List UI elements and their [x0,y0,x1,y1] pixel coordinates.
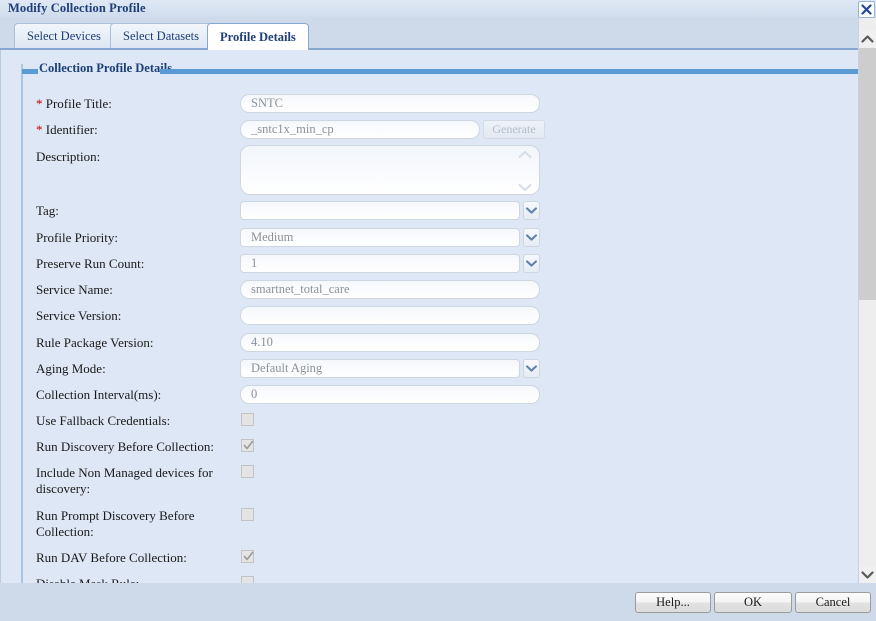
chevron-down-icon [861,570,874,579]
profile-priority-select[interactable]: Medium [240,228,520,247]
chevron-up-icon [861,34,874,43]
ok-button[interactable]: OK [714,592,792,613]
close-icon[interactable] [858,1,875,18]
tag-select[interactable] [240,201,520,220]
chevron-down-icon [526,207,537,214]
label-include-non-managed-devices: Include Non Managed devices for discover… [36,465,213,496]
collection-interval-input[interactable]: 0 [240,385,540,404]
chevron-down-icon [518,184,532,191]
textarea-scroll-arrows[interactable] [517,150,533,192]
tab-profile-details[interactable]: Profile Details [207,23,309,50]
include-non-managed-devices-checkbox[interactable] [241,465,254,478]
scroll-down-button[interactable] [859,566,876,583]
tab-select-datasets[interactable]: Select Datasets [110,23,213,48]
label-run-prompt-discovery: Run Prompt Discovery Before Collection: [36,508,195,539]
tag-dropdown-button[interactable] [523,201,540,220]
identifier-input[interactable]: _sntc1x_min_cp [240,120,480,139]
required-marker: * [36,96,43,111]
use-fallback-credentials-checkbox[interactable] [241,413,254,426]
dialog-titlebar: Modify Collection Profile [0,0,876,18]
chevron-up-icon [518,151,532,158]
close-x-icon [861,4,872,15]
preserve-run-count-select[interactable]: 1 [240,254,520,273]
vertical-scrollbar[interactable] [858,18,876,583]
tab-select-devices[interactable]: Select Devices [14,23,114,48]
label-rule-package-version: Rule Package Version: [36,335,154,350]
label-run-dav-before-collection: Run DAV Before Collection: [36,550,187,565]
label-collection-interval: Collection Interval(ms): [36,387,162,402]
chevron-down-icon [526,365,537,372]
label-text: Profile Title: [45,96,112,111]
generate-button[interactable]: Generate [483,120,545,139]
label-service-name: Service Name: [36,282,113,297]
rule-package-version-input[interactable]: 4.10 [240,333,540,352]
label-profile-title: * Profile Title: [36,96,112,112]
run-dav-before-collection-checkbox[interactable] [241,550,254,563]
checkmark-icon [243,440,254,450]
aging-mode-select[interactable]: Default Aging [240,359,520,378]
label-identifier: * Identifier: [36,122,98,138]
profile-title-input[interactable]: SNTC [240,94,540,113]
run-prompt-discovery-checkbox[interactable] [241,508,254,521]
label-use-fallback-credentials: Use Fallback Credentials: [36,413,171,428]
label-description: Description: [36,149,101,164]
section-title: Collection Profile Details [39,61,173,75]
scrollbar-thumb[interactable] [859,48,876,300]
dialog-footer: Help... OK Cancel [0,583,876,621]
label-service-version: Service Version: [36,308,122,323]
chevron-down-icon [526,234,537,241]
description-textarea[interactable] [240,145,540,195]
service-name-input[interactable]: smartnet_total_care [240,280,540,299]
legend-bar-right [160,69,858,74]
required-marker: * [36,122,43,137]
dialog-title: Modify Collection Profile [8,1,146,15]
label-text: Identifier: [45,122,98,137]
legend-bar-left [22,69,38,74]
checkmark-icon [243,551,254,561]
section-legend: Collection Profile Details [20,61,858,78]
label-run-discovery-before-collection: Run Discovery Before Collection: [36,439,214,454]
aging-mode-dropdown-button[interactable] [523,359,540,378]
cancel-button[interactable]: Cancel [795,592,871,613]
run-discovery-before-collection-checkbox[interactable] [241,439,254,452]
profile-priority-dropdown-button[interactable] [523,228,540,247]
label-preserve-run-count: Preserve Run Count: [36,256,145,271]
preserve-run-count-dropdown-button[interactable] [523,254,540,273]
label-tag: Tag: [36,203,59,218]
modify-collection-profile-dialog: Modify Collection Profile Select Devices… [0,0,876,621]
label-profile-priority: Profile Priority: [36,230,118,245]
label-aging-mode: Aging Mode: [36,361,106,376]
service-version-input[interactable] [240,306,540,325]
help-button[interactable]: Help... [635,592,711,613]
scroll-up-button[interactable] [859,30,876,47]
tab-strip: Select Devices Select Datasets Profile D… [0,18,876,50]
chevron-down-icon [526,260,537,267]
